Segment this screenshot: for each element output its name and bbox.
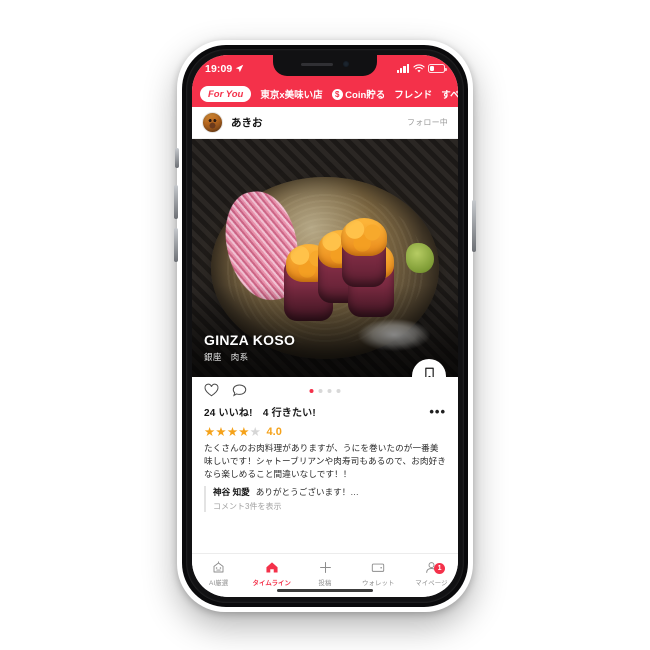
comment-bubble-icon[interactable]	[232, 383, 247, 398]
comment-text: ありがとうございます！…	[255, 487, 359, 498]
battery-low-icon	[428, 64, 447, 73]
view-all-comments-link[interactable]: コメント3件を表示	[213, 501, 446, 512]
tab-for-you[interactable]: For You	[200, 86, 252, 102]
venue-name: GINZA KOSO	[204, 332, 296, 348]
power-button[interactable]	[472, 200, 476, 252]
venue-info: GINZA KOSO 銀座 肉系	[204, 332, 295, 363]
action-icons	[204, 383, 247, 398]
front-camera	[343, 61, 349, 67]
device-notch	[273, 55, 377, 76]
star-filled: ★	[238, 425, 250, 439]
tab-coin-label: Coin貯る	[345, 90, 386, 101]
tab-all-label: すべて	[441, 90, 458, 101]
home-icon	[266, 562, 278, 573]
review-text: たくさんのお肉料理がありますが、うにを巻いたのが一番美味しいです！シャトーブリア…	[192, 440, 458, 482]
plus-icon	[319, 562, 331, 574]
wifi-icon	[412, 64, 425, 73]
nav-label-timeline: タイムライン	[252, 579, 292, 587]
cellular-signal-icon	[396, 64, 409, 73]
star-filled: ★	[226, 425, 238, 439]
comment-author[interactable]: 神谷 知愛	[213, 486, 250, 498]
comment-item[interactable]: 神谷 知愛 ありがとうございます！…	[213, 486, 446, 498]
nav-item-timeline[interactable]: タイムライン	[245, 560, 298, 587]
post-actions	[192, 377, 458, 404]
top-nav-tabs: For You 東京x美味い店 $ Coin貯る フレンド すべて	[192, 81, 458, 107]
nav-item-ai-select[interactable]: AI厳選	[192, 560, 245, 587]
rating-row: ★ ★ ★ ★ ★ 4.0	[192, 422, 458, 441]
photo-uni-roll	[342, 235, 386, 287]
home-indicator[interactable]	[277, 588, 373, 592]
status-bar: 19:09	[192, 55, 458, 81]
status-indicators	[396, 64, 447, 73]
avatar[interactable]	[202, 112, 223, 133]
bookmark-icon	[424, 367, 434, 377]
heart-icon[interactable]	[204, 383, 219, 398]
tab-all[interactable]: すべて	[441, 87, 458, 101]
carousel-dot-active[interactable]	[309, 388, 314, 393]
venue-meta: 銀座 肉系	[204, 352, 249, 362]
location-arrow-icon	[236, 64, 244, 73]
carousel-dot[interactable]	[336, 388, 341, 393]
wallet-icon	[372, 563, 385, 573]
tab-coin[interactable]: $ Coin貯る	[331, 87, 386, 101]
nav-label-mypage: マイページ	[415, 579, 448, 587]
star-filled: ★	[215, 425, 227, 439]
volume-down-button[interactable]	[174, 228, 178, 262]
status-time-text: 19:09	[205, 62, 233, 75]
star-filled: ★	[204, 425, 215, 439]
photo-wasabi	[406, 243, 434, 273]
tab-tokyo-restaurants[interactable]: 東京x美味い店	[260, 87, 322, 101]
nav-badge-mypage: 1	[434, 563, 446, 575]
nav-item-wallet[interactable]: ウォレット	[352, 560, 405, 587]
tab-friends-label: フレンド	[394, 90, 433, 101]
status-time: 19:09	[205, 63, 244, 75]
carousel-dots[interactable]	[309, 388, 341, 393]
post-header: あきお フォロー中	[192, 107, 458, 139]
nav-item-post[interactable]: 投稿	[298, 560, 351, 587]
screenshot-stage: 19:09 For You 東京x美味い店 $ Coin貯る フレンド すべ あ…	[0, 0, 650, 650]
more-options-icon[interactable]: •••	[429, 405, 446, 418]
post-author-name[interactable]: あきお	[231, 115, 399, 130]
post-stats: 24 いいね! 4 行きたい!	[204, 408, 316, 419]
nav-label-post: 投稿	[318, 579, 332, 587]
follow-status-label[interactable]: フォロー中	[407, 117, 448, 128]
post-stats-row: 24 いいね! 4 行きたい! •••	[192, 404, 458, 422]
coin-icon: $	[331, 88, 343, 100]
content-spacer	[192, 512, 458, 553]
nav-item-mypage[interactable]: 1 マイページ	[405, 560, 458, 587]
phone-screen: 19:09 For You 東京x美味い店 $ Coin貯る フレンド すべ あ…	[192, 55, 458, 597]
nav-label-wallet: ウォレット	[361, 579, 395, 587]
nav-label-ai-select: AI厳選	[208, 579, 229, 587]
comments-section: 神谷 知愛 ありがとうございます！… コメント3件を表示	[204, 486, 446, 513]
rating-value: 4.0	[266, 426, 282, 439]
carousel-dot[interactable]	[327, 388, 332, 393]
post-photo[interactable]: GINZA KOSO 銀座 肉系 4	[192, 139, 458, 377]
carousel-dot[interactable]	[318, 388, 323, 393]
ai-select-icon	[213, 561, 224, 573]
silent-switch[interactable]	[175, 148, 179, 168]
earpiece-speaker	[301, 62, 333, 66]
tab-tokyo-restaurants-label: 東京x美味い店	[260, 90, 323, 101]
rating-stars: ★ ★ ★ ★ ★	[204, 426, 261, 439]
star-empty: ★	[249, 425, 261, 439]
volume-up-button[interactable]	[174, 185, 178, 219]
tab-friends[interactable]: フレンド	[394, 87, 432, 101]
